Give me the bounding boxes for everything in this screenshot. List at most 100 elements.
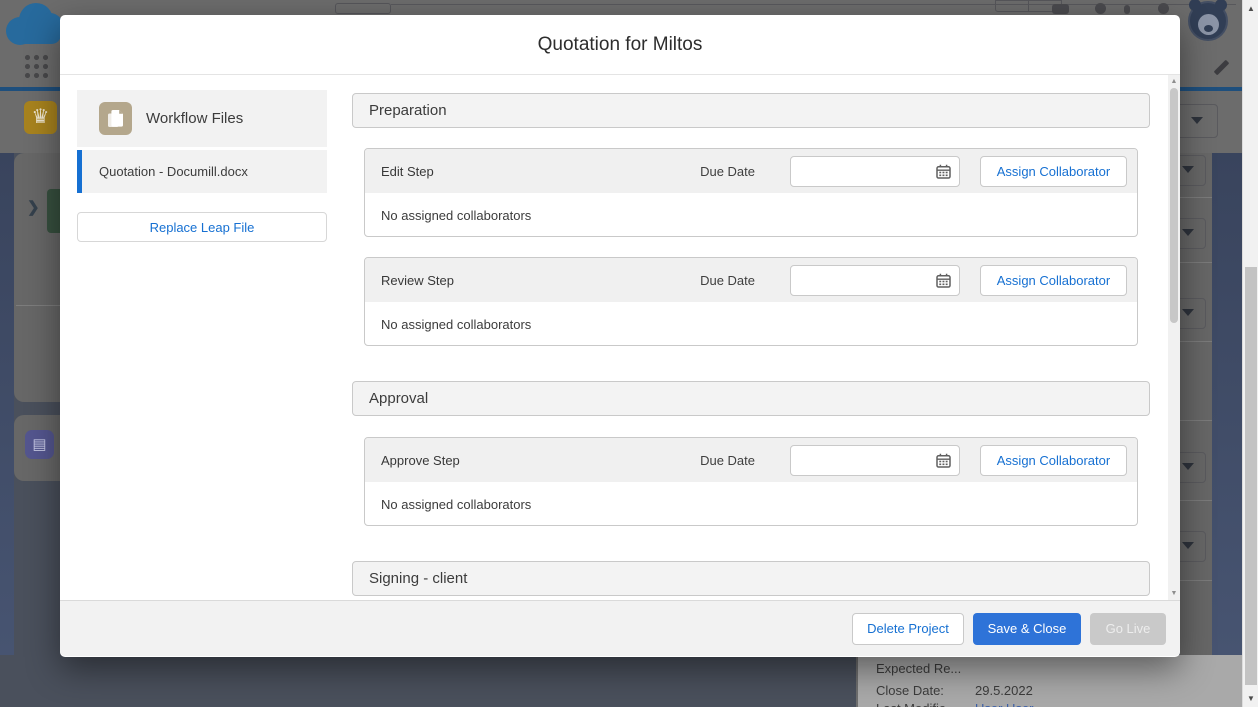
scroll-up-icon[interactable]: ▲ — [1243, 4, 1258, 13]
page-scrollbar[interactable]: ▲ ▼ — [1242, 0, 1258, 707]
step-card-approve: Approve Step Due Date — [364, 437, 1138, 526]
due-date-input[interactable] — [790, 156, 960, 187]
modal-scrollbar[interactable]: ▲ ▼ — [1168, 75, 1180, 600]
due-date-input[interactable] — [790, 265, 960, 296]
quote-entity-icon — [47, 189, 60, 233]
chevron-right-icon: ❯ — [27, 198, 40, 216]
assign-collaborator-button[interactable]: Assign Collaborator — [980, 265, 1127, 296]
modal-body: Workflow Files Quotation - Documill.docx… — [60, 75, 1180, 600]
panel-title: Workflow Files — [146, 110, 243, 127]
section-header-signing: Signing - client — [352, 561, 1150, 596]
due-date-label: Due Date — [700, 164, 755, 179]
help-icon — [1095, 3, 1106, 14]
assign-collaborator-button[interactable]: Assign Collaborator — [980, 445, 1127, 476]
go-live-button[interactable]: Go Live — [1090, 613, 1166, 645]
chevron-down-icon — [1182, 309, 1194, 316]
step-card-body: No assigned collaborators — [365, 193, 1137, 237]
due-date-input[interactable] — [790, 445, 960, 476]
section-title: Approval — [369, 390, 428, 407]
background-card-divider — [1180, 420, 1212, 421]
selected-indicator-bar — [77, 150, 82, 193]
user-avatar — [1188, 1, 1228, 41]
record-field: Last Modifie... User User — [876, 701, 957, 707]
calendar-icon[interactable] — [936, 164, 951, 179]
step-card-header: Edit Step Due Date — [365, 149, 1137, 193]
assign-collaborator-button[interactable]: Assign Collaborator — [980, 156, 1127, 187]
step-name: Review Step — [381, 273, 454, 288]
calendar-icon[interactable] — [936, 453, 951, 468]
background-header-button — [335, 3, 391, 14]
step-card-body: No assigned collaborators — [365, 482, 1137, 526]
field-label: Last Modifie... — [876, 701, 957, 707]
replace-leap-file-button[interactable]: Replace Leap File — [77, 212, 327, 242]
related-list-icon: ▤ — [25, 430, 54, 459]
step-card-body: No assigned collaborators — [365, 302, 1137, 346]
field-label: Close Date: — [876, 683, 944, 698]
due-date-label: Due Date — [700, 453, 755, 468]
background-card-divider — [1180, 197, 1212, 198]
chevron-down-icon — [1182, 166, 1194, 173]
step-card-header: Review Step Due Date — [365, 258, 1137, 302]
background-record-details-panel: Expected Re... Close Date: 29.5.2022 Las… — [856, 655, 1242, 707]
step-name: Edit Step — [381, 164, 434, 179]
section-header-preparation: Preparation — [352, 93, 1150, 128]
chevron-down-icon — [1182, 463, 1194, 470]
page-scrollbar-thumb[interactable] — [1245, 267, 1257, 685]
modal-title: Quotation for Miltos — [538, 34, 703, 56]
due-date-field — [790, 156, 960, 187]
screen: ♛ ❯ ▤ Expected Re... Close Date: 29.5.20… — [0, 0, 1258, 707]
due-date-field — [790, 265, 960, 296]
salesforce-cloud-logo — [6, 2, 64, 46]
section-title: Signing - client — [369, 570, 467, 587]
due-date-label: Due Date — [700, 273, 755, 288]
background-card-divider — [1180, 341, 1212, 342]
monitor-icon — [1052, 4, 1069, 14]
quotation-modal: Quotation for Miltos Workflow Files — [60, 15, 1180, 657]
background-card-divider — [1180, 262, 1212, 263]
app-launcher-icon — [22, 52, 48, 78]
modal-header: Quotation for Miltos — [60, 15, 1180, 75]
chevron-down-icon — [1182, 229, 1194, 236]
step-card-review: Review Step Due Date — [364, 257, 1138, 346]
workflow-files-panel: Workflow Files Quotation - Documill.docx… — [77, 90, 327, 242]
background-card-divider — [1180, 580, 1212, 581]
due-date-field — [790, 445, 960, 476]
field-value: 29.5.2022 — [975, 683, 1033, 698]
scroll-up-icon[interactable]: ▲ — [1168, 78, 1180, 85]
background-left-gutter — [0, 153, 14, 655]
setup-icon — [1124, 5, 1130, 14]
field-label: Expected Re... — [876, 661, 961, 676]
file-list-item[interactable]: Quotation - Documill.docx — [77, 150, 327, 193]
section-title: Preparation — [369, 102, 447, 119]
step-name: Approve Step — [381, 453, 460, 468]
edit-pencil-icon — [1210, 58, 1232, 76]
no-collaborators-text: No assigned collaborators — [381, 208, 531, 223]
chevron-down-icon — [1191, 117, 1203, 124]
no-collaborators-text: No assigned collaborators — [381, 317, 531, 332]
step-card-header: Approve Step Due Date — [365, 438, 1137, 482]
section-header-approval: Approval — [352, 381, 1150, 416]
file-name: Quotation - Documill.docx — [77, 164, 248, 179]
workflow-files-header: Workflow Files — [77, 90, 327, 147]
modal-footer: Delete Project Save & Close Go Live — [60, 600, 1180, 656]
delete-project-button[interactable]: Delete Project — [852, 613, 964, 645]
modal-scrollbar-thumb[interactable] — [1170, 88, 1178, 323]
no-collaborators-text: No assigned collaborators — [381, 497, 531, 512]
opportunity-crown-icon: ♛ — [24, 101, 57, 134]
notifications-bell-icon — [1158, 3, 1169, 14]
background-button-group-divider — [1028, 0, 1029, 12]
workflow-steps-area: Preparation Edit Step Due Date — [352, 75, 1150, 600]
global-search-box-edge — [391, 4, 1236, 14]
background-right-gutter — [1212, 153, 1242, 655]
background-card-divider — [16, 305, 60, 306]
scroll-down-icon[interactable]: ▼ — [1168, 590, 1180, 597]
files-copy-icon — [99, 102, 132, 135]
step-card-edit: Edit Step Due Date — [364, 148, 1138, 237]
calendar-icon[interactable] — [936, 273, 951, 288]
field-value-link: User User — [975, 701, 1034, 707]
scroll-down-icon[interactable]: ▼ — [1243, 694, 1258, 703]
save-and-close-button[interactable]: Save & Close — [973, 613, 1081, 645]
background-card-divider — [1180, 500, 1212, 501]
record-field: Expected Re... — [876, 661, 961, 676]
record-field: Close Date: 29.5.2022 — [876, 683, 944, 698]
